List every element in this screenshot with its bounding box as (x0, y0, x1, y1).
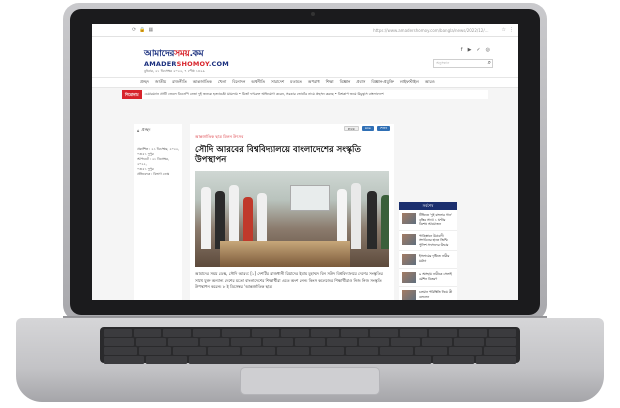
logo-bn-suffix: .কম (189, 49, 204, 59)
list-item-text: চলমান পরিস্থিতি নিয়ে কী বললেন (419, 290, 453, 299)
menu-icon[interactable]: ⋮ (509, 27, 514, 33)
list-item[interactable]: ইসলামের দৃষ্টিতে নারীর মর্যাদা (399, 251, 457, 269)
like-button[interactable]: Like (361, 126, 374, 131)
facebook-icon[interactable]: f (461, 47, 463, 53)
article-kicker: আন্তর্জাতিক ছাত্র মিলন উৎসব (195, 134, 244, 139)
list-item[interactable]: টিভিতে 'দুই বাংলার গান' বৃত্তির সাথে ১ ঘ… (399, 210, 457, 231)
article: Print Like শেয়ার আন্তর্জাতিক ছাত্র মিলন… (190, 124, 394, 300)
nav-item[interactable]: বিজ্ঞান-প্রযুক্তি (371, 79, 394, 86)
nav-item[interactable]: শিক্ষা (326, 79, 334, 86)
article-meta: প্রকাশিত : ২১ ডিসেম্বর, ২০২২, ০৩:৫১ দুপু… (134, 145, 182, 179)
article-body: আমাদের সময় ডেস্ক, সৌদি আরব: [১] দেশটির … (195, 271, 383, 289)
nav-item[interactable]: সারাদেশ (271, 79, 284, 86)
main-nav: প্রচ্ছদ জাতীয় রাজনীতি আন্তর্জাতিক খেলা … (92, 77, 518, 88)
breaking-ticker: শিরোনাম চেয়ারম্যান প্রার্থী জেলে বিএনপি… (122, 90, 488, 99)
list-thumbnail (402, 290, 416, 300)
search-input[interactable]: অনুসন্ধান (433, 59, 493, 68)
photo-person (351, 183, 361, 249)
list-thumbnail (402, 233, 416, 245)
list-thumbnail (402, 272, 416, 283)
logo-en-text: AMADER (144, 60, 177, 68)
nav-item[interactable]: অর্থনীতি (251, 79, 265, 86)
nav-item[interactable]: বিনোদন (232, 79, 245, 86)
camera-icon (311, 12, 315, 16)
article-toolbar: Print Like শেয়ার (190, 124, 394, 131)
star-icon[interactable]: ☆ (502, 27, 506, 33)
left-column: ⌂ প্রচ্ছদ প্রকাশিত : ২১ ডিসেম্বর, ২০২২, … (134, 124, 182, 300)
logo-bn-text: আমাদের (144, 49, 175, 59)
youtube-icon[interactable]: ▶ (468, 47, 472, 53)
photo-person (229, 185, 239, 249)
meta-line: আপডেট : ২১ ডিসেম্বর, ২০২২, (137, 157, 169, 166)
article-headline: সৌদি আরবের বিশ্ববিদ্যালয়ে বাংলাদেশের সং… (195, 145, 361, 165)
nav-item[interactable]: অপরাধ (308, 79, 320, 86)
ticker-text[interactable]: চেয়ারম্যান প্রার্থী জেলে বিএনপি নেতা দু… (142, 92, 384, 98)
logo-en-suffix: .COM (208, 60, 229, 68)
photo-person (337, 189, 347, 249)
share-button[interactable]: শেয়ার (376, 126, 390, 131)
photo-board (290, 185, 330, 211)
dateline: বুধবার, ২১ ডিসেম্বর ২০২২, ৭ পৌষ ১৪২৯ (144, 69, 205, 73)
laptop-screen: ⟳ 🔒 ▦ https://www.amadershomoy.com/bangl… (92, 24, 518, 300)
photo-person (201, 187, 211, 249)
nav-item[interactable]: প্রচ্ছদ (140, 79, 149, 86)
search-icon[interactable]: ⌕ (488, 59, 491, 67)
nav-item[interactable]: প্রবাস (356, 79, 365, 86)
list-thumbnail (402, 213, 416, 224)
nav-item[interactable]: বিজ্ঞান (340, 79, 351, 86)
photo-person (381, 195, 389, 249)
list-item-text: টিভিতে 'দুই বাংলার গান' বৃত্তির সাথে ১ ঘ… (419, 213, 452, 226)
photo-person (367, 191, 377, 249)
refresh-icon[interactable]: ⟳ (132, 27, 136, 33)
site-header: আমাদেরসময়.কম AMADERSHOMOY.COM বুধবার, ২… (92, 37, 518, 77)
site-logo[interactable]: আমাদেরসময়.কম AMADERSHOMOY.COM (144, 46, 230, 68)
nav-item[interactable]: মতামত (290, 79, 302, 86)
article-photo (195, 171, 389, 267)
list-item[interactable]: ৯ অসহায় নারীকে সেলাই মেশিন বিতরণ (399, 269, 457, 287)
list-item-text: ইসলামের দৃষ্টিতে নারীর মর্যাদা (419, 254, 450, 263)
list-item-text: ৯ অসহায় নারীকে সেলাই মেশিন বিতরণ (419, 272, 452, 281)
logo-bn-red: সময় (174, 49, 190, 59)
home-icon: ⌂ (137, 128, 140, 133)
keyboard (100, 327, 520, 364)
nav-item[interactable]: জাতীয় (155, 79, 166, 86)
nav-item[interactable]: আরও (425, 79, 435, 86)
instagram-icon[interactable]: ◎ (486, 47, 490, 53)
extension-icon[interactable]: ▦ (148, 27, 153, 33)
list-item-text: পাকিস্তানে উগ্রবাদী সংগঠনের হাতে জিম্মি … (419, 233, 449, 247)
photo-table (220, 241, 350, 267)
trackpad[interactable] (240, 367, 380, 395)
breadcrumb-label: প্রচ্ছদ (141, 127, 151, 132)
list-thumbnail (402, 254, 416, 265)
meta-line: প্রতিবেদক : বিভাগ ডেস্ক (137, 172, 169, 176)
nav-item[interactable]: আন্তর্জাতিক (193, 79, 212, 86)
list-item[interactable]: চলমান পরিস্থিতি নিয়ে কী বললেন (399, 287, 457, 300)
latest-sidebar: সর্বশেষ টিভিতে 'দুই বাংলার গান' বৃত্তির … (399, 202, 457, 300)
lock-icon[interactable]: 🔒 (139, 27, 145, 33)
address-bar[interactable]: https://www.amadershomoy.com/bangla/news… (373, 28, 488, 33)
twitter-icon[interactable]: ✓ (476, 47, 480, 53)
sidebar-title: সর্বশেষ (399, 202, 457, 210)
list-item[interactable]: পাকিস্তানে উগ্রবাদী সংগঠনের হাতে জিম্মি … (399, 231, 457, 251)
social-links: f ▶ ✓ ◎ (461, 47, 490, 53)
logo-en-red: SHOMOY (176, 60, 209, 68)
breadcrumb[interactable]: ⌂ প্রচ্ছদ (134, 124, 182, 137)
content-area: ⌂ প্রচ্ছদ প্রকাশিত : ২১ ডিসেম্বর, ২০২২, … (92, 110, 518, 300)
ticker-label: শিরোনাম (122, 90, 142, 99)
nav-item[interactable]: খেলা (218, 79, 226, 86)
nav-item[interactable]: লাইফস্টাইল (400, 79, 419, 86)
browser-toolbar: ⟳ 🔒 ▦ https://www.amadershomoy.com/bangl… (92, 24, 518, 37)
nav-item[interactable]: রাজনীতি (172, 79, 187, 86)
print-button[interactable]: Print (343, 126, 359, 131)
